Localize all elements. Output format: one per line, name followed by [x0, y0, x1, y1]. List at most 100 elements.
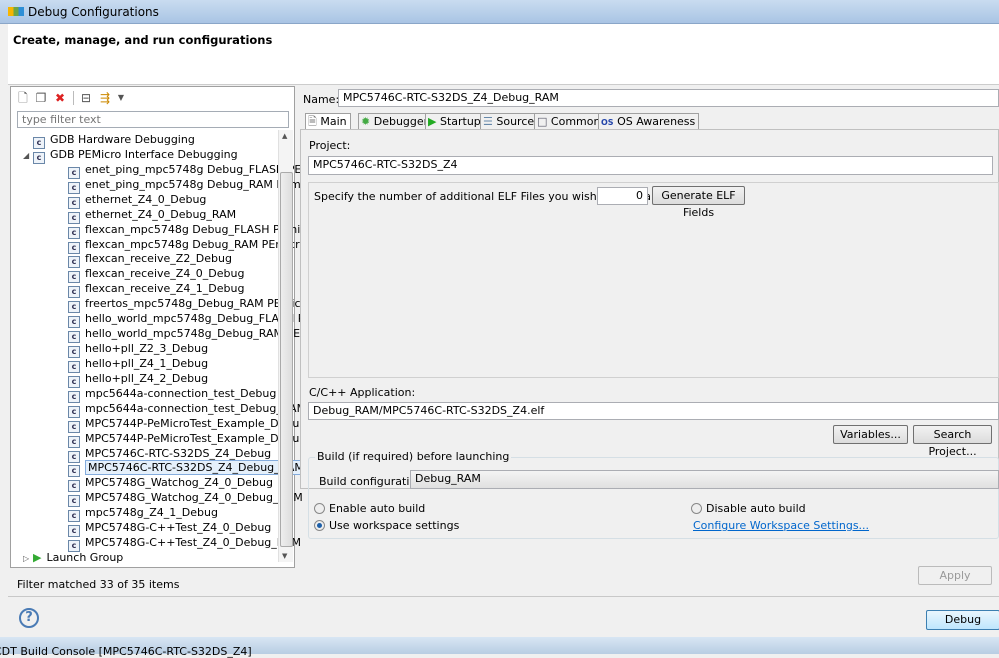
tree-item-label: GDB Hardware Debugging	[50, 133, 195, 146]
enable-auto-build-radio[interactable]: Enable auto build	[314, 502, 425, 515]
tree-item-label: MPC5744P-PeMicroTest_Example_Debug_RAM	[85, 431, 337, 445]
variables-button[interactable]: Variables...	[833, 425, 908, 444]
search-project-button[interactable]: Search Project...	[913, 425, 992, 458]
tree-item-label: hello_world_mpc5748g_Debug_RAM PEmicro	[85, 327, 331, 341]
tree-scrollbar[interactable]: ▲ ▼	[278, 130, 293, 562]
generate-elf-button[interactable]: Generate ELF Fields	[652, 186, 745, 219]
tab-os-awareness[interactable]: OS OS Awareness	[598, 113, 700, 129]
elf-count-field[interactable]: 0	[597, 187, 648, 205]
tree-item[interactable]: c MPC5746C-RTC-S32DS_Z4_Debug_RAM	[68, 460, 307, 478]
tree-item-label: MPC5748G_Watchog_Z4_0_Debug_RAM	[85, 491, 303, 505]
tree-item-label: ethernet_Z4_0_Debug_RAM	[85, 207, 237, 221]
tab-debugger[interactable]: ✹ Debugger	[358, 113, 433, 129]
c-config-icon: c	[33, 151, 45, 164]
tree-item[interactable]: c flexcan_mpc5748g Debug_RAM PEmicro	[68, 237, 307, 254]
tab-main[interactable]: 🗎 Main	[305, 113, 351, 130]
tree-item-label: mpc5748g_Z4_1_Debug	[85, 506, 218, 520]
apply-button[interactable]: Apply	[918, 566, 992, 585]
toolbar-divider	[73, 91, 74, 105]
tree-item-label: hello+pll_Z4_2_Debug	[85, 371, 209, 385]
tree-item-label: MPC5746C-RTC-S32DS_Z4_Debug	[85, 446, 272, 460]
app-field[interactable]: Debug_RAM/MPC5746C-RTC-S32DS_Z4.elf	[308, 402, 999, 420]
app-logo-icon	[8, 7, 24, 16]
delete-config-icon[interactable]: ✖	[53, 91, 67, 105]
tree-item[interactable]: c hello+pll_Z2_3_Debug	[68, 341, 208, 359]
tree-item[interactable]: c mpc5644a-connection_test_Debug_RAM	[68, 401, 307, 418]
help-icon[interactable]: ?	[19, 608, 39, 628]
tab-common[interactable]: □ Common	[534, 113, 605, 129]
use-workspace-radio[interactable]: Use workspace settings	[314, 519, 459, 532]
tree-item[interactable]: c hello+pll_Z4_1_Debug	[68, 356, 208, 373]
tree-item[interactable]: c ethernet_Z4_0_Debug_RAM	[68, 207, 237, 224]
tree-item-label: mpc5644a-connection_test_Debug_RAM	[85, 401, 307, 415]
tree-item-label: GDB PEMicro Interface Debugging	[50, 147, 238, 161]
duplicate-config-icon[interactable]: ❐	[34, 91, 48, 105]
configuration-panel: 🗋 ❐ ✖ ⊟ ⇶ ▼ cGDB Hardware Debugging◢cGDB…	[10, 86, 342, 591]
tree-item[interactable]: ◢ c GDB PEMicro Interface Debugging	[23, 147, 238, 164]
build-config-select[interactable]: Debug_RAM	[410, 470, 999, 489]
tree-item[interactable]: c freertos_mpc5748g_Debug_RAM PEmicro	[68, 296, 312, 314]
tree-item[interactable]: c MPC5746C-RTC-S32DS_Z4_Debug	[68, 446, 272, 463]
dialog-heading: Create, manage, and run configurations	[13, 33, 273, 47]
app-label: C/C++ Application:	[309, 386, 416, 399]
elf-group	[308, 182, 999, 378]
tree-item[interactable]: c mpc5748g_Z4_1_Debug	[68, 505, 218, 523]
project-field[interactable]: MPC5746C-RTC-S32DS_Z4	[308, 156, 993, 175]
tree-item-label: flexcan_receive_Z2_Debug	[85, 252, 232, 266]
name-field[interactable]: MPC5746C-RTC-S32DS_Z4_Debug_RAM	[338, 89, 999, 107]
tree-item[interactable]: c MPC5744P-PeMicroTest_Example_Debug	[68, 416, 307, 433]
filter-status: Filter matched 33 of 35 items	[17, 578, 180, 591]
filter-input[interactable]	[17, 111, 289, 128]
project-label: Project:	[309, 139, 351, 152]
new-config-icon[interactable]: 🗋	[16, 91, 30, 105]
tree-item[interactable]: c hello+pll_Z4_2_Debug	[68, 371, 209, 388]
filter-icon[interactable]: ⇶	[98, 91, 112, 105]
debug-button[interactable]: Debug	[926, 610, 999, 630]
radio-label: Use workspace settings	[329, 519, 460, 532]
title-bar: Debug Configurations	[0, 0, 999, 24]
tree-item-label: MPC5744P-PeMicroTest_Example_Debug	[85, 416, 307, 430]
tree-item[interactable]: c MPC5748G_Watchog_Z4_0_Debug	[68, 475, 273, 493]
launch-group-icon: ▶	[33, 551, 42, 565]
scrollbar-thumb[interactable]	[280, 172, 293, 547]
tree-item[interactable]: c MPC5748G-C++Test_Z4_0_Debug	[68, 520, 272, 538]
config-editor: Name: MPC5746C-RTC-S32DS_Z4_Debug_RAM 🗎 …	[300, 86, 999, 596]
console-tab-label[interactable]: CDT Build Console [MPC5746C-RTC-S32DS_Z4…	[0, 645, 252, 658]
tree-item[interactable]: c MPC5748G-C++Test_Z4_0_Debug_RAM	[68, 535, 301, 553]
disable-auto-build-radio[interactable]: Disable auto build	[691, 502, 806, 515]
tree-item[interactable]: c mpc5644a-connection_test_Debug	[68, 386, 277, 403]
tree-item[interactable]: c flexcan_receive_Z4_0_Debug	[68, 266, 245, 284]
configure-workspace-link[interactable]: Configure Workspace Settings...	[693, 519, 869, 532]
tree-item[interactable]: c MPC5744P-PeMicroTest_Example_Debug_RAM	[68, 431, 337, 448]
radio-icon	[691, 503, 702, 514]
tab-startup[interactable]: ▶ Startup	[425, 113, 485, 129]
radio-label: Disable auto build	[706, 502, 806, 515]
tree-item-label: flexcan_mpc5748g Debug_RAM PEmicro	[85, 237, 307, 251]
tree-item-label: flexcan_receive_Z4_0_Debug	[85, 267, 245, 281]
tree-item[interactable]: c GDB Hardware Debugging	[23, 132, 195, 149]
tree-item-label: mpc5644a-connection_test_Debug	[85, 386, 277, 400]
footer-divider	[8, 596, 999, 597]
name-label: Name:	[303, 93, 340, 106]
radio-selected-icon	[314, 520, 325, 531]
collapse-all-icon[interactable]: ⊟	[79, 91, 93, 105]
tree-item-label: MPC5746C-RTC-S32DS_Z4_Debug_RAM	[85, 460, 307, 476]
tree-item[interactable]: ▷ ▶ Launch Group	[23, 550, 123, 565]
chevron-down-icon[interactable]: ▼	[114, 91, 128, 105]
tree-item[interactable]: c MPC5748G_Watchog_Z4_0_Debug_RAM	[68, 490, 303, 508]
dialog-header: Create, manage, and run configurations	[8, 24, 999, 85]
scroll-up-icon[interactable]: ▲	[282, 132, 287, 140]
expanded-arrow-icon[interactable]: ◢	[23, 148, 33, 163]
tab-source[interactable]: ☰ Source	[480, 113, 539, 129]
tree-item-label: MPC5748G_Watchog_Z4_0_Debug	[85, 476, 273, 490]
tree-item[interactable]: c flexcan_receive_Z2_Debug	[68, 251, 232, 269]
collapsed-arrow-icon[interactable]: ▷	[23, 551, 33, 566]
tree-item[interactable]: c ethernet_Z4_0_Debug	[68, 192, 206, 209]
tree-item-label: enet_ping_mpc5748g Debug_FLASH PEmicro	[85, 162, 333, 176]
tree-item[interactable]: c flexcan_receive_Z4_1_Debug	[68, 281, 245, 299]
radio-icon	[314, 503, 325, 514]
tree-item-label: Launch Group	[46, 551, 124, 565]
scroll-down-icon[interactable]: ▼	[282, 552, 287, 560]
tree-item-label: MPC5748G-C++Test_Z4_0_Debug	[85, 521, 272, 535]
tree-item-label: flexcan_receive_Z4_1_Debug	[85, 282, 245, 296]
